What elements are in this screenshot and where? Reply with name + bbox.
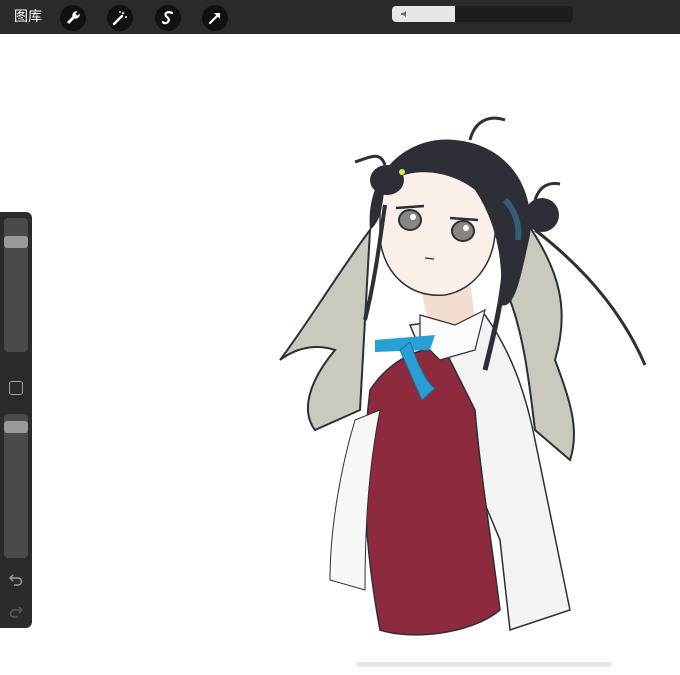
adjustments-wand-icon[interactable] [107, 5, 133, 31]
actions-wrench-icon[interactable] [60, 5, 86, 31]
top-toolbar: 图库 [0, 0, 680, 34]
redo-icon[interactable] [8, 603, 24, 619]
selection-s-icon[interactable] [155, 5, 181, 31]
gallery-button[interactable]: 图库 [14, 8, 42, 26]
canvas-artwork[interactable] [270, 110, 660, 650]
progress-fill [392, 6, 456, 22]
progress-bar [392, 6, 573, 22]
undo-icon[interactable] [8, 571, 24, 587]
home-indicator[interactable] [356, 662, 612, 667]
brush-size-slider-thumb[interactable] [4, 236, 28, 249]
speaker-icon [401, 11, 406, 17]
left-sidebar [0, 212, 32, 628]
square-icon[interactable] [9, 381, 23, 395]
transform-arrow-icon[interactable] [202, 5, 228, 31]
opacity-slider-thumb[interactable] [4, 420, 28, 433]
opacity-slider[interactable] [4, 414, 28, 558]
